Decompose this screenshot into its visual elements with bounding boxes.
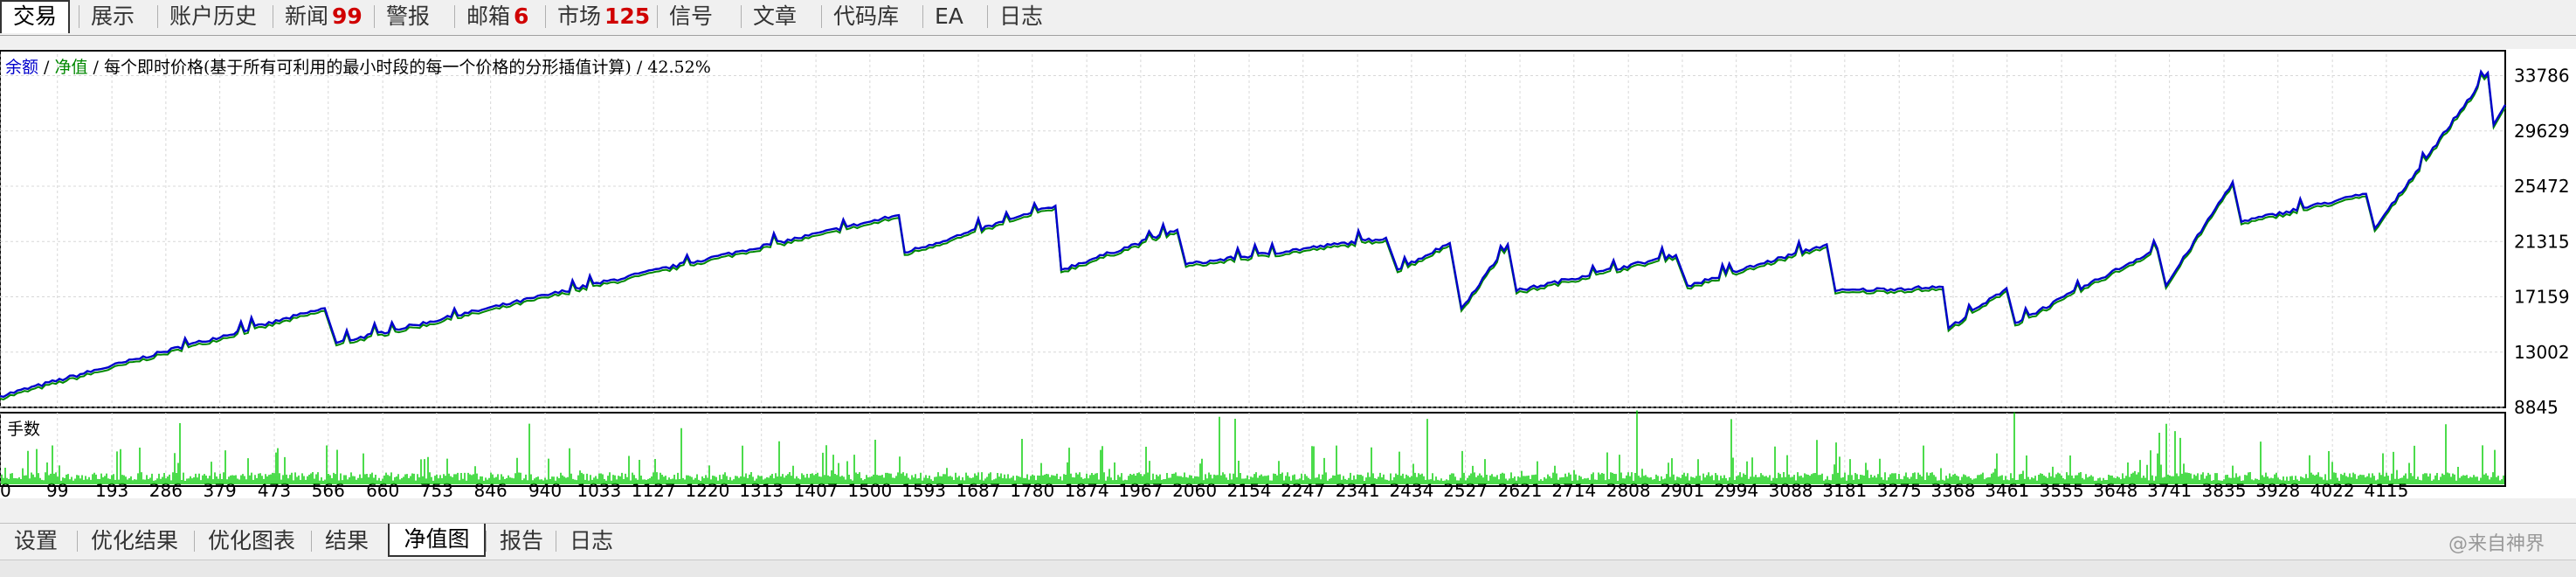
top-tab-1[interactable]: 展示: [91, 0, 135, 33]
tab-separator: [486, 531, 487, 552]
top-tab-label: 交易: [12, 3, 57, 29]
top-tab-10[interactable]: EA: [935, 0, 963, 33]
y-tick-label: 25472: [2514, 176, 2570, 197]
legend-balance: 余额: [5, 58, 39, 77]
top-tab-badge: 125: [604, 3, 651, 29]
tab-separator: [374, 5, 375, 28]
top-tab-label: 市场: [557, 3, 602, 29]
top-tab-label: 新闻: [285, 3, 329, 29]
bottom-tab-1[interactable]: 优化结果: [91, 527, 178, 555]
volume-label: 手数: [7, 420, 41, 439]
top-tab-9[interactable]: 代码库: [833, 0, 899, 33]
top-tab-5[interactable]: 邮箱 6: [466, 0, 528, 33]
chart-legend: 余额 / 净值 / 每个即时价格(基于所有可利用的最小时段的每一个价格的分形插值…: [5, 54, 711, 78]
top-tab-0[interactable]: 交易: [0, 0, 70, 33]
tab-separator: [194, 531, 195, 552]
tab-separator: [454, 5, 455, 28]
top-tab-bar: 交易 展示 账户历史 新闻 99 警报 邮箱 6 市场 125 信号 文章 代码库 EA 日志: [0, 0, 2576, 36]
top-tab-8[interactable]: 文章: [753, 0, 797, 33]
legend-equity: 净值: [54, 58, 88, 77]
top-tab-2[interactable]: 账户历史: [169, 0, 257, 33]
top-tab-badge: 99: [332, 3, 363, 29]
legend-description: / 每个即时价格(基于所有可利用的最小时段的每一个价格的分形插值计算) / 42…: [87, 58, 711, 77]
top-tab-4[interactable]: 警报: [386, 0, 430, 33]
watermark-text: @来自神界: [2448, 533, 2545, 555]
top-tab-6[interactable]: 市场 125: [557, 0, 650, 33]
tab-separator: [77, 531, 78, 552]
y-tick-label: 13002: [2514, 342, 2570, 363]
bottom-tab-bar: 设置 优化结果 优化图表 结果 净值图 报告 日志: [0, 523, 2576, 559]
y-tick-label: 17159: [2514, 287, 2570, 308]
y-tick-label: 8845: [2514, 397, 2559, 418]
tab-separator: [821, 5, 822, 28]
main-plot-frame: [0, 50, 2506, 408]
top-tab-3[interactable]: 新闻 99: [285, 0, 363, 33]
tab-separator: [741, 5, 742, 28]
top-tab-7[interactable]: 信号: [669, 0, 713, 33]
y-tick-label: 33786: [2514, 66, 2570, 87]
top-tab-label: 警报: [386, 3, 431, 29]
top-tab-label: 代码库: [833, 3, 900, 29]
tab-separator: [545, 5, 546, 28]
bottom-tab-3[interactable]: 结果: [325, 527, 369, 555]
top-tab-label: 信号: [669, 3, 714, 29]
tab-separator: [157, 5, 158, 28]
top-tab-label: 日志: [999, 3, 1044, 29]
top-tab-label: 账户历史: [169, 3, 258, 29]
tab-separator: [987, 5, 988, 28]
bottom-tab-6[interactable]: 日志: [570, 527, 613, 555]
tab-separator: [922, 5, 923, 28]
top-tab-11[interactable]: 日志: [999, 0, 1043, 33]
y-tick-label: 21315: [2514, 231, 2570, 252]
legend-slash: /: [38, 58, 55, 77]
bottom-tab-5[interactable]: 报告: [500, 527, 543, 555]
top-tab-label: EA: [935, 3, 963, 29]
top-tab-badge: 6: [514, 3, 529, 29]
top-tab-label: 文章: [753, 3, 798, 29]
tab-separator: [657, 5, 658, 28]
bottom-tab-0[interactable]: 设置: [14, 527, 58, 555]
status-strip: [0, 560, 2576, 577]
equity-chart-panel: 33786 29629 25472 21315 17159 13002 8845 0 99 193…: [0, 49, 2576, 501]
top-tab-label: 邮箱: [466, 3, 511, 29]
y-tick-label: 29629: [2514, 121, 2570, 142]
bottom-tab-4[interactable]: 净值图: [388, 524, 486, 557]
equity-chart: 33786296292547221315171591300288450 99 193…: [0, 50, 2570, 501]
bottom-tab-2[interactable]: 优化图表: [208, 527, 295, 555]
top-tab-label: 展示: [91, 3, 135, 29]
tab-separator: [311, 531, 312, 552]
